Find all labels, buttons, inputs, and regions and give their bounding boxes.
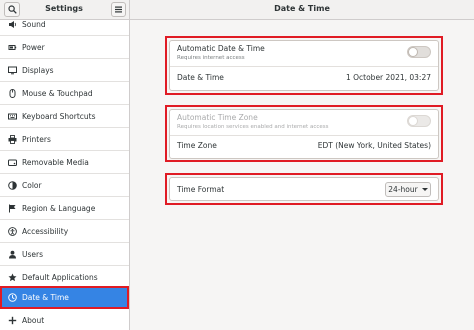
sidebar: Sound Power Displays Mouse & Touchpad Ke…	[0, 20, 130, 330]
primary-menu-button[interactable]	[111, 2, 126, 17]
mouse-icon	[7, 88, 17, 98]
printer-icon	[7, 134, 17, 144]
sidebar-item-removable-media[interactable]: Removable Media	[0, 151, 129, 173]
flag-icon	[7, 203, 17, 213]
sidebar-item-label: Printers	[22, 134, 51, 144]
title-bar: Settings Date & Time	[0, 0, 474, 20]
plus-icon	[7, 315, 17, 325]
search-button[interactable]	[4, 2, 20, 17]
sidebar-item-label: Default Applications	[22, 272, 98, 282]
sidebar-item-label: Date & Time	[22, 293, 69, 302]
sidebar-item-label: Color	[22, 180, 42, 190]
sidebar-item-default-applications[interactable]: Default Applications	[0, 266, 129, 288]
sidebar-item-label: Users	[22, 249, 44, 259]
star-icon	[7, 272, 17, 282]
color-icon	[7, 180, 17, 190]
sidebar-item-label: About	[22, 315, 45, 325]
sidebar-item-label: Power	[22, 42, 45, 52]
highlight-box	[165, 105, 443, 162]
search-icon	[7, 5, 17, 14]
highlight-box	[165, 173, 443, 205]
accessibility-icon	[7, 226, 17, 236]
media-icon	[7, 157, 17, 167]
sidebar-item-label: Displays	[22, 65, 54, 75]
sidebar-item-keyboard-shortcuts[interactable]: Keyboard Shortcuts	[0, 105, 129, 127]
sidebar-item-power[interactable]: Power	[0, 36, 129, 58]
sidebar-item-label: Keyboard Shortcuts	[22, 111, 96, 121]
sidebar-item-label: Mouse & Touchpad	[22, 88, 93, 98]
users-icon	[7, 249, 17, 259]
sidebar-item-label: Removable Media	[22, 157, 89, 167]
clock-icon	[7, 293, 17, 303]
hamburger-icon	[115, 6, 122, 13]
sidebar-item-displays[interactable]: Displays	[0, 59, 129, 81]
sidebar-item-users[interactable]: Users	[0, 243, 129, 265]
sidebar-item-accessibility[interactable]: Accessibility	[0, 220, 129, 242]
sidebar-item-mouse-touchpad[interactable]: Mouse & Touchpad	[0, 82, 129, 104]
page-title: Date & Time	[274, 4, 330, 13]
sidebar-item-color[interactable]: Color	[0, 174, 129, 196]
speaker-icon	[7, 20, 17, 29]
app-title: Settings	[45, 4, 83, 13]
sidebar-item-date-time[interactable]: Date & Time	[0, 286, 129, 309]
keyboard-icon	[7, 111, 17, 121]
highlight-box	[165, 36, 443, 95]
sidebar-item-label: Accessibility	[22, 226, 69, 236]
sidebar-item-label: Sound	[22, 20, 46, 29]
sidebar-item-sound[interactable]: Sound	[0, 20, 129, 35]
sidebar-item-about[interactable]: About	[0, 309, 129, 330]
power-icon	[7, 42, 17, 52]
display-icon	[7, 65, 17, 75]
sidebar-item-printers[interactable]: Printers	[0, 128, 129, 150]
sidebar-item-label: Region & Language	[22, 203, 96, 213]
sidebar-header: Settings	[0, 0, 130, 20]
sidebar-item-region-language[interactable]: Region & Language	[0, 197, 129, 219]
